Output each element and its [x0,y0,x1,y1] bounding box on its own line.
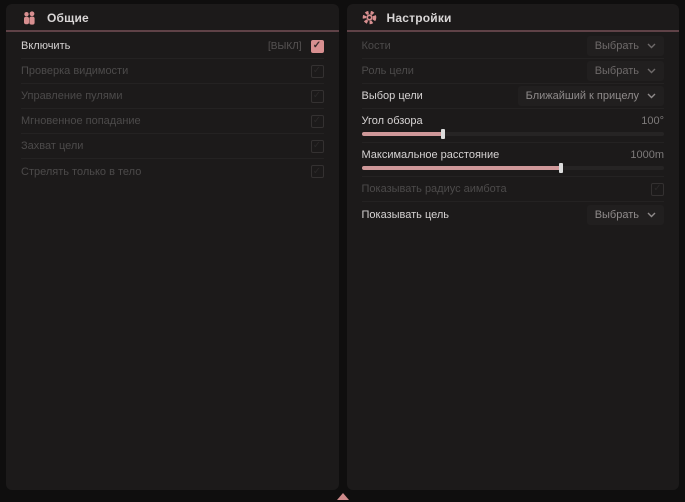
show-target-dropdown[interactable]: Выбрать [587,205,664,225]
bones-dropdown-value: Выбрать [595,40,639,52]
chevron-down-icon [647,43,656,49]
fov-slider[interactable] [362,132,665,136]
row-instant-hit-label: Мгновенное попадание [21,115,141,127]
general-rows: Включить [ВЫКЛ] ✓ Проверка видимости ✓ У… [6,32,339,184]
row-bullet-control[interactable]: Управление пулями ✓ [21,84,324,109]
panel-general: Общие Включить [ВЫКЛ] ✓ Проверка видимос… [6,4,339,490]
row-show-target-label: Показывать цель [362,209,450,221]
row-target-lock-label: Захват цели [21,140,83,152]
panel-general-header: Общие [6,4,339,30]
row-visibility-check[interactable]: Проверка видимости ✓ [21,59,324,84]
row-max-distance: Максимальное расстояние 1000m [362,143,665,177]
hotkey-state-text: [ВЫКЛ] [268,41,301,52]
fov-value: 100° [641,115,664,127]
users-icon [21,11,37,25]
row-show-aimbot-radius-label: Показывать радиус аимбота [362,183,507,195]
row-target-role: Роль цели Выбрать [362,59,665,84]
row-target-selection-label: Выбор цели [362,90,423,102]
bullet-control-checkbox[interactable]: ✓ [311,90,324,103]
chevron-down-icon [647,93,656,99]
visibility-check-checkbox[interactable]: ✓ [311,65,324,78]
row-show-aimbot-radius[interactable]: Показывать радиус аимбота ✓ [362,177,665,202]
chevron-down-icon [647,212,656,218]
show-target-dropdown-value: Выбрать [595,209,639,221]
max-distance-slider-fill [362,166,562,170]
instant-hit-checkbox[interactable]: ✓ [311,115,324,128]
row-enable[interactable]: Включить [ВЫКЛ] ✓ [21,34,324,59]
target-selection-dropdown-value: Ближайший к прицелу [526,90,639,102]
fov-slider-thumb[interactable] [441,129,445,139]
panel-general-title: Общие [47,11,89,25]
settings-rows: Кости Выбрать Роль цели Выбрать [347,32,680,227]
body-only-checkbox[interactable]: ✓ [311,165,324,178]
panel-settings-title: Настройки [387,11,452,25]
row-bones: Кости Выбрать [362,34,665,59]
panel-settings-header: Настройки [347,4,680,30]
show-aimbot-radius-checkbox[interactable]: ✓ [651,183,664,196]
target-role-dropdown[interactable]: Выбрать [587,61,664,81]
max-distance-slider-thumb[interactable] [559,163,563,173]
scroll-up-arrow-icon[interactable] [337,493,349,500]
row-enable-label: Включить [21,40,70,52]
max-distance-value: 1000m [630,149,664,161]
bones-dropdown[interactable]: Выбрать [587,36,664,56]
enable-checkbox[interactable]: ✓ [311,40,324,53]
target-selection-dropdown[interactable]: Ближайший к прицелу [518,86,664,106]
row-bullet-control-label: Управление пулями [21,90,123,102]
panel-settings: Настройки Кости Выбрать Роль цели Выбрат… [347,4,680,490]
row-show-target: Показывать цель Выбрать [362,202,665,227]
row-target-lock[interactable]: Захват цели ✓ [21,134,324,159]
target-role-dropdown-value: Выбрать [595,65,639,77]
row-max-distance-label: Максимальное расстояние [362,149,500,161]
row-body-only[interactable]: Стрелять только в тело ✓ [21,159,324,184]
row-instant-hit[interactable]: Мгновенное попадание ✓ [21,109,324,134]
row-target-selection: Выбор цели Ближайший к прицелу [362,84,665,109]
row-bones-label: Кости [362,40,391,52]
panels-container: Общие Включить [ВЫКЛ] ✓ Проверка видимос… [0,0,685,490]
row-visibility-check-label: Проверка видимости [21,65,128,77]
row-body-only-label: Стрелять только в тело [21,166,141,178]
target-lock-checkbox[interactable]: ✓ [311,140,324,153]
chevron-down-icon [647,68,656,74]
max-distance-slider[interactable] [362,166,665,170]
fov-slider-fill [362,132,444,136]
gear-icon [362,10,377,25]
row-fov: Угол обзора 100° [362,109,665,143]
row-fov-label: Угол обзора [362,115,423,127]
row-target-role-label: Роль цели [362,65,414,77]
